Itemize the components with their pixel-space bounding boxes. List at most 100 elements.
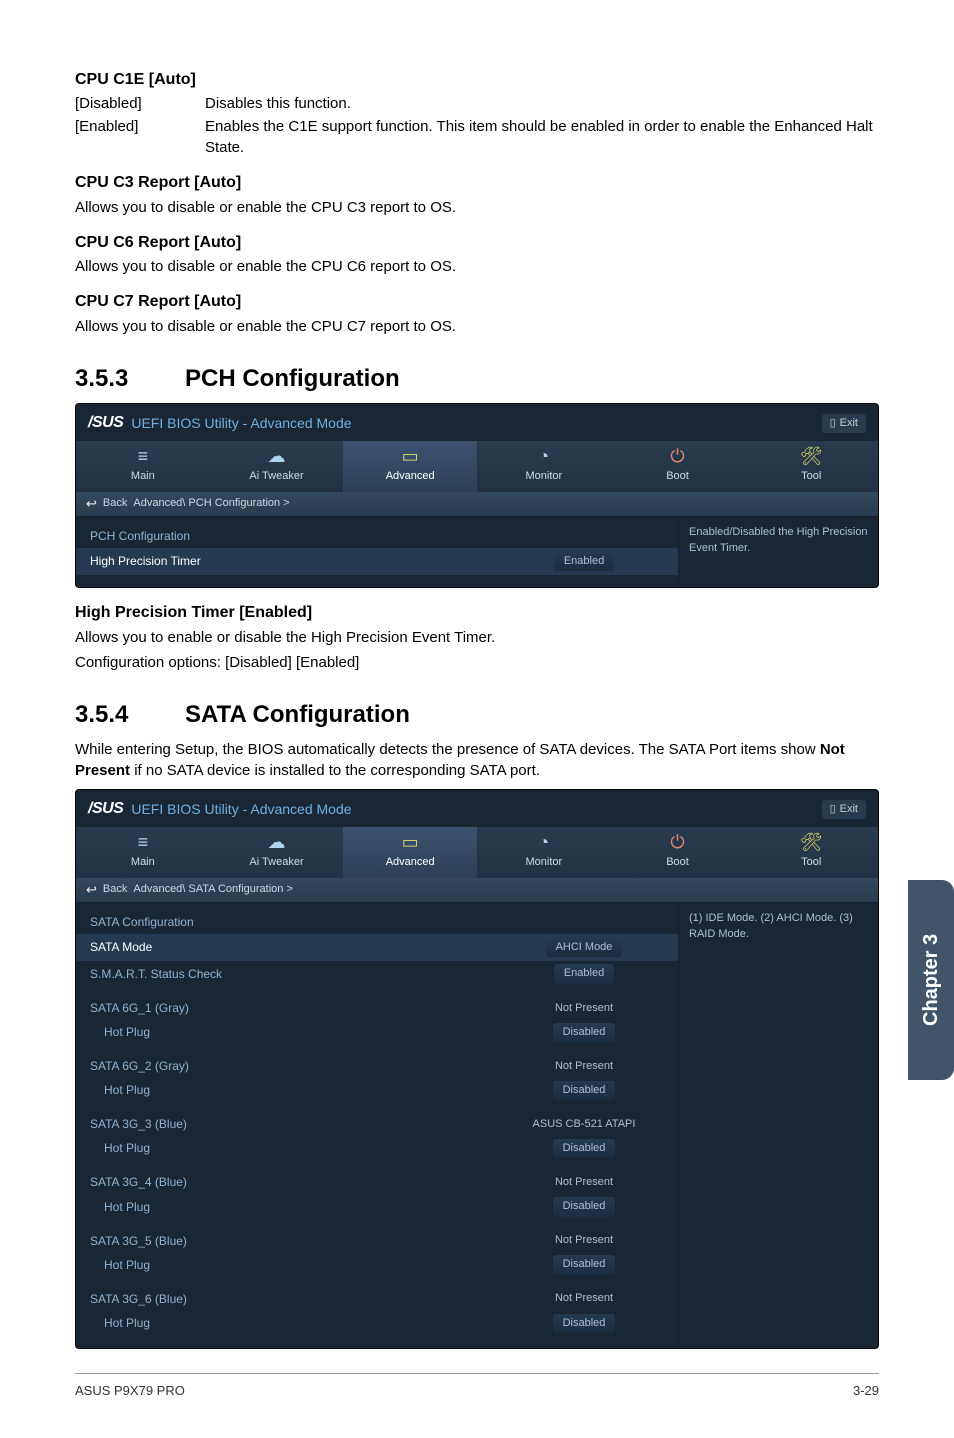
- sata-port-name: SATA 3G_5 (Blue): [90, 1233, 504, 1250]
- hpt-line2: Configuration options: [Disabled] [Enabl…: [75, 652, 879, 673]
- back-arrow-icon: ↩: [86, 881, 97, 899]
- tab-main[interactable]: ≡Main: [76, 827, 210, 878]
- exit-button[interactable]: ▯ Exit: [822, 414, 866, 433]
- sata-port-status: Not Present: [504, 1059, 664, 1074]
- sata-port-status: Not Present: [504, 1233, 664, 1248]
- sata-hotplug-row[interactable]: Hot PlugDisabled: [90, 1311, 664, 1336]
- bios-screenshot-pch: /SUS UEFI BIOS Utility - Advanced Mode ▯…: [75, 403, 879, 588]
- bios-screenshot-sata: /SUS UEFI BIOS Utility - Advanced Mode ▯…: [75, 789, 879, 1349]
- sata-hotplug-row[interactable]: Hot Plug Disabled: [90, 1136, 664, 1161]
- power-icon: ⏻: [611, 447, 745, 467]
- sata-port-status: Not Present: [504, 1175, 664, 1190]
- tab-boot[interactable]: ⏻Boot: [611, 441, 745, 492]
- body-c3: Allows you to disable or enable the CPU …: [75, 197, 879, 218]
- sata-hotplug-label: Hot Plug: [90, 1199, 504, 1216]
- tab-tool[interactable]: 🛠Tool: [744, 827, 878, 878]
- tab-main[interactable]: ≡Main: [76, 441, 210, 492]
- sata-hotplug-row[interactable]: Hot Plug Disabled: [90, 1194, 664, 1219]
- sata-port-group: SATA 3G_6 (Blue)Not PresentHot PlugDisab…: [90, 1288, 664, 1336]
- tab-monitor[interactable]: ◔Monitor: [477, 441, 611, 492]
- section-354: 3.5.4SATA Configuration: [75, 698, 879, 732]
- option-val-disabled: Disables this function.: [205, 93, 879, 114]
- breadcrumb-sata[interactable]: ↩ Back Advanced\ SATA Configuration >: [76, 878, 878, 902]
- footer-right: 3-29: [853, 1382, 879, 1400]
- body-c6: Allows you to disable or enable the CPU …: [75, 256, 879, 277]
- help-panel-sata: (1) IDE Mode. (2) AHCI Mode. (3) RAID Mo…: [678, 903, 878, 1348]
- sata-hotplug-value[interactable]: Disabled: [553, 1023, 616, 1042]
- help-panel-pch: Enabled/Disabled the High Precision Even…: [678, 517, 878, 587]
- hpt-label: High Precision Timer: [90, 553, 504, 570]
- sata-port-status: Not Present: [504, 1291, 664, 1306]
- sata-port-row[interactable]: SATA 3G_3 (Blue)ASUS CB-521 ATAPI: [90, 1113, 664, 1136]
- chapter-side-tab: Chapter 3: [908, 880, 954, 1080]
- sata-port-group: SATA 3G_3 (Blue)ASUS CB-521 ATAPIHot Plu…: [90, 1113, 664, 1161]
- smart-label: S.M.A.R.T. Status Check: [90, 966, 504, 983]
- back-arrow-icon: ↩: [86, 495, 97, 513]
- sata-intro: While entering Setup, the BIOS automatic…: [75, 739, 879, 781]
- sata-port-row[interactable]: SATA 3G_5 (Blue)Not Present: [90, 1230, 664, 1253]
- list-icon: ≡: [76, 447, 210, 467]
- breadcrumb-path: Advanced\ PCH Configuration >: [133, 496, 289, 511]
- gauge-icon: ◔: [477, 833, 611, 853]
- tab-advanced[interactable]: ▭Advanced: [343, 827, 477, 878]
- bios-header-title: UEFI BIOS Utility - Advanced Mode: [131, 800, 351, 820]
- smart-value[interactable]: Enabled: [554, 964, 614, 983]
- sata-hotplug-value[interactable]: Disabled: [553, 1314, 616, 1333]
- sata-mode-value[interactable]: AHCI Mode: [546, 938, 623, 957]
- sata-hotplug-value[interactable]: Disabled: [553, 1139, 616, 1158]
- breadcrumb-pch[interactable]: ↩ Back Advanced\ PCH Configuration >: [76, 492, 878, 516]
- sata-hotplug-row[interactable]: Hot Plug Disabled: [90, 1078, 664, 1103]
- sata-port-row[interactable]: SATA 3G_6 (Blue)Not Present: [90, 1288, 664, 1311]
- back-label: Back: [103, 882, 127, 897]
- sata-hotplug-label: Hot Plug: [90, 1082, 504, 1099]
- sata-hotplug-value[interactable]: Disabled: [553, 1255, 616, 1274]
- sata-port-row[interactable]: SATA 6G_2 (Gray)Not Present: [90, 1055, 664, 1078]
- section-353: 3.5.3PCH Configuration: [75, 362, 879, 396]
- exit-button[interactable]: ▯ Exit: [822, 800, 866, 819]
- sata-hotplug-label: Hot Plug: [90, 1140, 504, 1157]
- exit-icon: ▯: [830, 802, 836, 817]
- heading-c7: CPU C7 Report [Auto]: [75, 291, 879, 313]
- bios-tabs: ≡Main ☁Ai Tweaker ▭Advanced ◔Monitor ⏻Bo…: [76, 441, 878, 492]
- sata-port-status: Not Present: [504, 1001, 664, 1016]
- pch-heading: PCH Configuration: [90, 528, 664, 545]
- hpt-line1: Allows you to enable or disable the High…: [75, 627, 879, 648]
- sata-port-status: ASUS CB-521 ATAPI: [504, 1117, 664, 1132]
- exit-label: Exit: [840, 416, 858, 431]
- row-smart[interactable]: S.M.A.R.T. Status Check Enabled: [90, 961, 664, 986]
- asus-logo: /SUS: [88, 412, 123, 434]
- body-c7: Allows you to disable or enable the CPU …: [75, 316, 879, 337]
- heading-c3: CPU C3 Report [Auto]: [75, 172, 879, 194]
- tab-monitor[interactable]: ◔Monitor: [477, 827, 611, 878]
- bios-tabs: ≡Main ☁Ai Tweaker ▭Advanced ◔Monitor ⏻Bo…: [76, 827, 878, 878]
- sata-hotplug-value[interactable]: Disabled: [553, 1081, 616, 1100]
- sata-port-group: SATA 3G_4 (Blue)Not PresentHot PlugDisab…: [90, 1171, 664, 1219]
- option-key-enabled: [Enabled]: [75, 116, 205, 158]
- sata-port-name: SATA 3G_4 (Blue): [90, 1174, 504, 1191]
- section-354-num: 3.5.4: [75, 698, 185, 732]
- power-icon: ⏻: [611, 833, 745, 853]
- sata-port-row[interactable]: SATA 6G_1 (Gray)Not Present: [90, 997, 664, 1020]
- sata-hotplug-row[interactable]: Hot Plug Disabled: [90, 1252, 664, 1277]
- section-354-title: SATA Configuration: [185, 701, 410, 728]
- tab-boot[interactable]: ⏻Boot: [611, 827, 745, 878]
- tab-ai-tweaker[interactable]: ☁Ai Tweaker: [210, 827, 344, 878]
- sata-hotplug-row[interactable]: Hot Plug Disabled: [90, 1020, 664, 1045]
- sata-hotplug-label: Hot Plug: [90, 1257, 504, 1274]
- hpt-value[interactable]: Enabled: [554, 552, 614, 571]
- sata-port-name: SATA 3G_3 (Blue): [90, 1116, 504, 1133]
- exit-label: Exit: [840, 802, 858, 817]
- tab-tool[interactable]: 🛠Tool: [744, 441, 878, 492]
- option-val-enabled: Enables the C1E support function. This i…: [205, 116, 879, 158]
- sata-hotplug-value[interactable]: Disabled: [553, 1197, 616, 1216]
- tab-advanced[interactable]: ▭Advanced: [343, 441, 477, 492]
- sata-hotplug-label: Hot Plug: [90, 1024, 504, 1041]
- footer-left: ASUS P9X79 PRO: [75, 1382, 185, 1400]
- row-high-precision-timer[interactable]: High Precision Timer Enabled: [76, 548, 678, 575]
- tab-ai-tweaker[interactable]: ☁Ai Tweaker: [210, 441, 344, 492]
- chip-icon: ▭: [343, 447, 477, 467]
- sata-port-row[interactable]: SATA 3G_4 (Blue)Not Present: [90, 1171, 664, 1194]
- sata-port-name: SATA 6G_2 (Gray): [90, 1058, 504, 1075]
- sata-port-group: SATA 3G_5 (Blue)Not PresentHot PlugDisab…: [90, 1230, 664, 1278]
- row-sata-mode[interactable]: SATA Mode AHCI Mode: [76, 934, 678, 961]
